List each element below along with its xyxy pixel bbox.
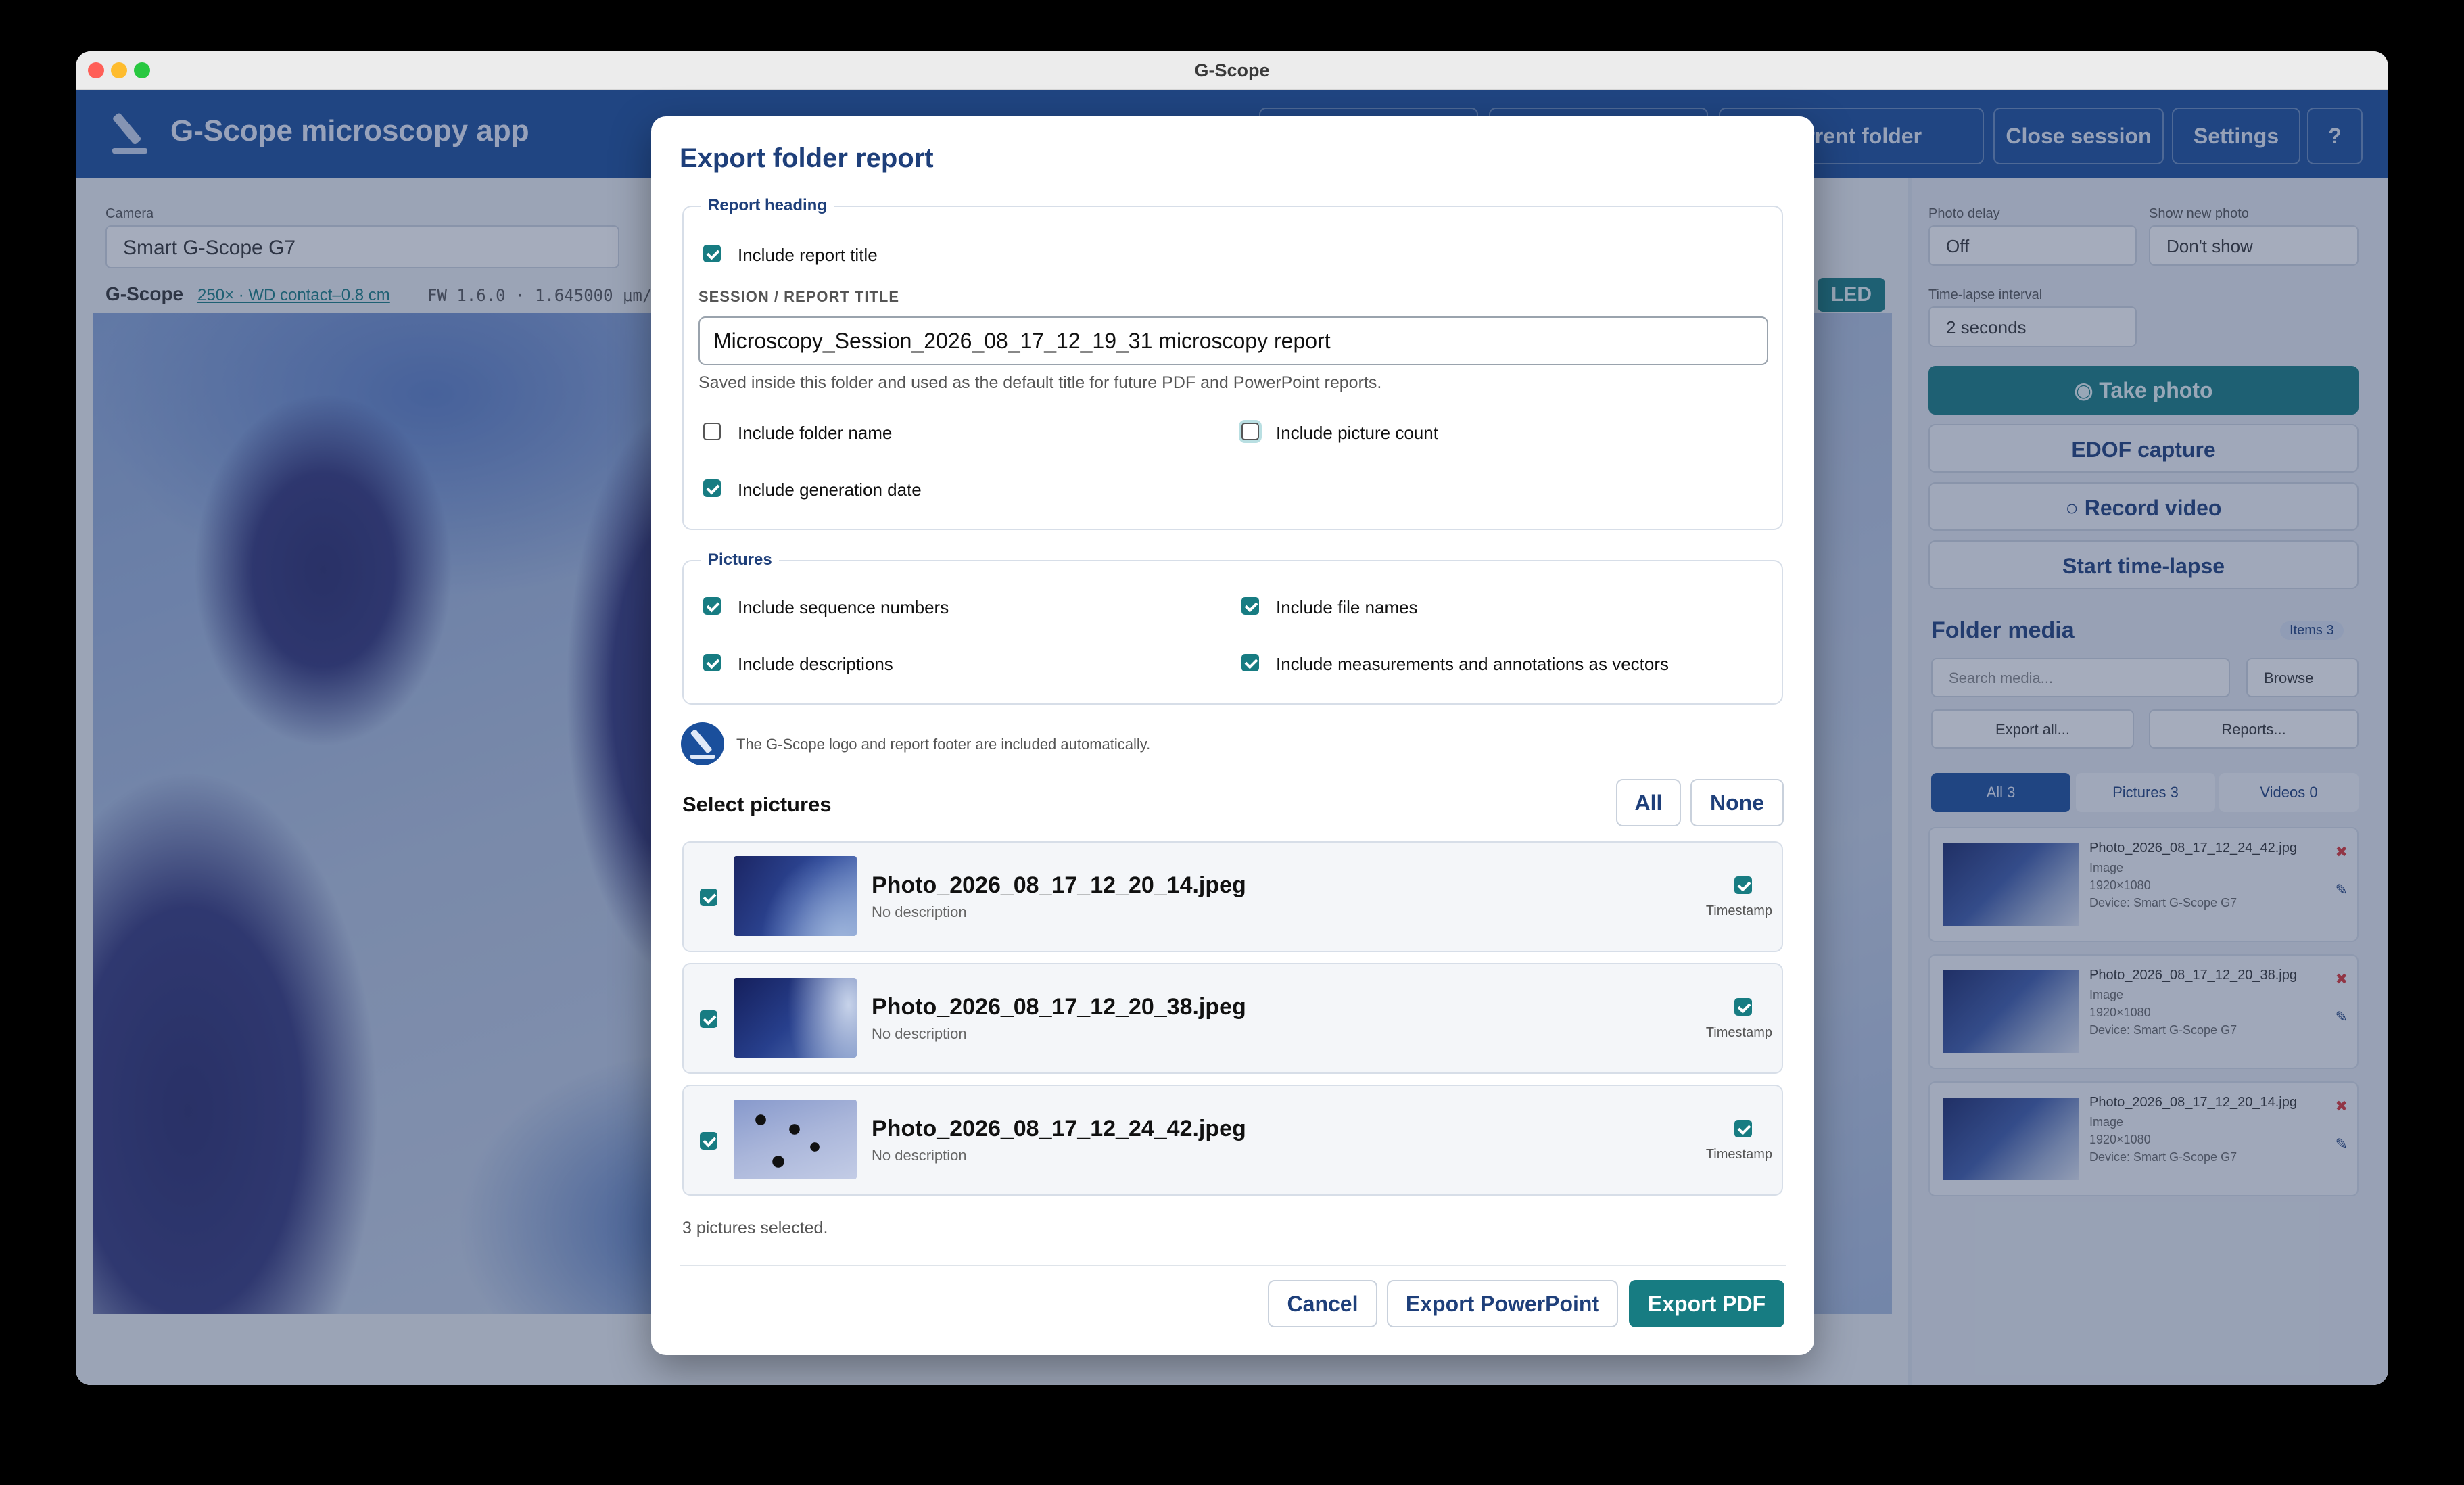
pictures-legend: Pictures xyxy=(701,550,779,569)
picture-select-checkbox[interactable] xyxy=(700,889,717,906)
export-report-dialog: Export folder report Report heading Incl… xyxy=(651,116,1814,1355)
picture-row[interactable]: Photo_2026_08_17_12_20_14.jpeg No descri… xyxy=(682,841,1783,952)
export-pdf-button[interactable]: Export PDF xyxy=(1629,1280,1784,1327)
picture-row[interactable]: Photo_2026_08_17_12_24_42.jpeg No descri… xyxy=(682,1085,1783,1196)
timestamp-label: Timestamp xyxy=(1705,903,1772,918)
logo-note: The G-Scope logo and report footer are i… xyxy=(736,736,1151,753)
select-pictures-title: Select pictures xyxy=(682,793,832,816)
picture-description: No description xyxy=(872,903,967,920)
session-title-label: SESSION / REPORT TITLE xyxy=(698,288,900,305)
picture-name: Photo_2026_08_17_12_20_14.jpeg xyxy=(872,872,1246,898)
picture-name: Photo_2026_08_17_12_24_42.jpeg xyxy=(872,1116,1246,1141)
timestamp-label: Timestamp xyxy=(1705,1025,1772,1040)
include-descriptions-label: Include descriptions xyxy=(738,654,893,674)
include-file-names-checkbox[interactable] xyxy=(1241,597,1259,615)
picture-thumbnail xyxy=(734,978,857,1058)
export-powerpoint-button[interactable]: Export PowerPoint xyxy=(1387,1280,1618,1327)
select-all-button[interactable]: All xyxy=(1616,779,1681,826)
timestamp-checkbox[interactable] xyxy=(1734,998,1752,1016)
window-title: G-Scope xyxy=(1194,60,1270,80)
include-picture-count-label: Include picture count xyxy=(1276,423,1438,443)
picture-name: Photo_2026_08_17_12_20_38.jpeg xyxy=(872,994,1246,1020)
include-folder-name-checkbox[interactable] xyxy=(703,423,721,440)
title-bar: G-Scope xyxy=(76,51,2388,90)
picture-thumbnail xyxy=(734,1100,857,1179)
include-generation-date-label: Include generation date xyxy=(738,479,922,500)
dialog-title: Export folder report xyxy=(680,143,934,173)
picture-select-checkbox[interactable] xyxy=(700,1010,717,1028)
cancel-button[interactable]: Cancel xyxy=(1268,1280,1377,1327)
pictures-section: Pictures xyxy=(682,550,1783,705)
picture-description: No description xyxy=(872,1025,967,1042)
include-folder-name-label: Include folder name xyxy=(738,423,893,443)
timestamp-checkbox[interactable] xyxy=(1734,876,1752,894)
include-sequence-numbers-checkbox[interactable] xyxy=(703,597,721,615)
include-report-title-checkbox[interactable] xyxy=(703,245,721,262)
include-file-names-label: Include file names xyxy=(1276,597,1418,617)
include-measurements-label: Include measurements and annotations as … xyxy=(1276,654,1669,674)
g-scope-logo-icon xyxy=(681,722,724,765)
timestamp-checkbox[interactable] xyxy=(1734,1120,1752,1137)
include-generation-date-checkbox[interactable] xyxy=(703,479,721,497)
picture-row[interactable]: Photo_2026_08_17_12_20_38.jpeg No descri… xyxy=(682,963,1783,1074)
report-heading-legend: Report heading xyxy=(701,196,834,215)
picture-select-checkbox[interactable] xyxy=(700,1132,717,1150)
include-descriptions-checkbox[interactable] xyxy=(703,654,721,671)
timestamp-label: Timestamp xyxy=(1705,1147,1772,1162)
footer-divider xyxy=(680,1265,1786,1266)
session-help-text: Saved inside this folder and used as the… xyxy=(698,373,1382,392)
selected-count: 3 pictures selected. xyxy=(682,1219,828,1238)
include-report-title-label: Include report title xyxy=(738,245,878,265)
include-measurements-checkbox[interactable] xyxy=(1241,654,1259,671)
include-sequence-numbers-label: Include sequence numbers xyxy=(738,597,949,617)
picture-description: No description xyxy=(872,1147,967,1164)
include-picture-count-checkbox[interactable] xyxy=(1241,423,1259,440)
picture-thumbnail xyxy=(734,856,857,936)
select-none-button[interactable]: None xyxy=(1690,779,1784,826)
session-title-input[interactable]: Microscopy_Session_2026_08_17_12_19_31 m… xyxy=(698,316,1768,365)
